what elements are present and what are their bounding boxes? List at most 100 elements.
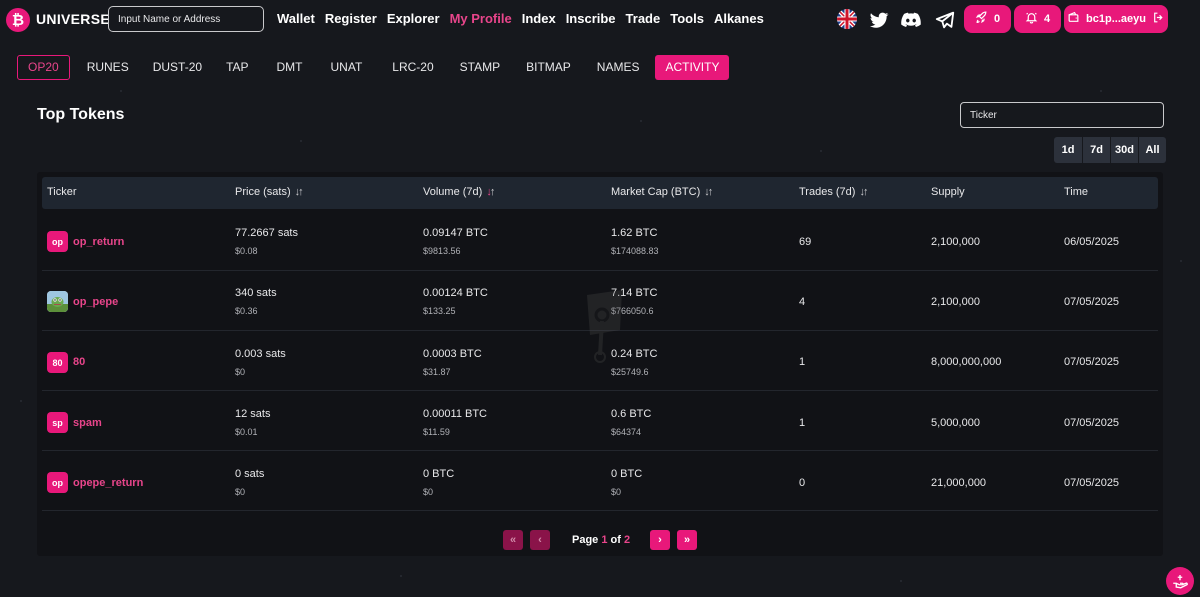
time: 07/05/2025 bbox=[1064, 296, 1120, 308]
help-hand-icon[interactable] bbox=[1166, 567, 1194, 595]
tab-dmt[interactable]: DMT bbox=[267, 55, 313, 80]
rocket-count: 0 bbox=[993, 13, 1001, 25]
volume-usd: $9813.56 bbox=[423, 246, 461, 256]
discord-icon[interactable] bbox=[900, 9, 922, 31]
nav-inscribe[interactable]: Inscribe bbox=[566, 11, 616, 26]
period-all-button[interactable]: All bbox=[1139, 137, 1166, 163]
logout-icon[interactable] bbox=[1152, 11, 1165, 27]
volume: 0.09147 BTC bbox=[423, 227, 488, 239]
market-cap: 1.62 BTC bbox=[611, 227, 658, 239]
time: 07/05/2025 bbox=[1064, 356, 1120, 368]
nav-trade[interactable]: Trade bbox=[626, 11, 661, 26]
watermark-logo-icon bbox=[582, 285, 627, 363]
sort-icon[interactable]: ↓↑ bbox=[704, 186, 713, 198]
token-icon: 80 bbox=[47, 352, 68, 373]
col-trades-label: Trades (7d) bbox=[799, 186, 856, 198]
notification-count: 4 bbox=[1043, 13, 1051, 25]
telegram-icon[interactable] bbox=[934, 9, 956, 31]
sort-icon[interactable]: ↓↑ bbox=[295, 186, 304, 198]
tab-dust-20[interactable]: DUST-20 bbox=[143, 55, 212, 80]
notifications-button[interactable]: 4 bbox=[1014, 5, 1061, 33]
token-ticker[interactable]: spam bbox=[73, 417, 102, 429]
volume-usd: $0 bbox=[423, 487, 434, 497]
market-cap-usd: $25749.6 bbox=[611, 367, 649, 377]
tab-activity[interactable]: ACTIVITY bbox=[655, 55, 730, 80]
price-usd: $0.08 bbox=[235, 246, 258, 256]
price-usd: $0 bbox=[235, 367, 246, 377]
tab-lrc-20[interactable]: LRC-20 bbox=[382, 55, 443, 80]
col-market-cap[interactable]: Market Cap (BTC) ↓↑ bbox=[611, 186, 713, 198]
wallet-button[interactable]: bc1p...aeyu bbox=[1064, 5, 1168, 33]
sort-icon[interactable]: ↓↑ bbox=[859, 186, 868, 198]
period-30d-button[interactable]: 30d bbox=[1111, 137, 1138, 163]
nav-explorer[interactable]: Explorer bbox=[387, 11, 440, 26]
market-cap-usd: $64374 bbox=[611, 427, 642, 437]
ticker-filter-input[interactable] bbox=[960, 102, 1164, 128]
wallet-address: bc1p...aeyu bbox=[1086, 13, 1146, 25]
volume-usd: $31.87 bbox=[423, 367, 451, 377]
tab-stamp[interactable]: STAMP bbox=[450, 55, 510, 80]
volume-usd: $11.59 bbox=[423, 427, 450, 437]
protocol-tabs: OP20 RUNES DUST-20 TAP DMT UNAT LRC-20 S… bbox=[17, 55, 730, 80]
prev-page-button[interactable]: ‹ bbox=[530, 530, 550, 550]
tab-op20[interactable]: OP20 bbox=[17, 55, 70, 80]
price: 0.003 sats bbox=[235, 348, 286, 360]
volume: 0.00124 BTC bbox=[423, 287, 488, 299]
price-usd: $0 bbox=[235, 487, 246, 497]
tab-runes[interactable]: RUNES bbox=[77, 55, 139, 80]
twitter-icon[interactable] bbox=[868, 9, 890, 31]
nav-wallet[interactable]: Wallet bbox=[277, 11, 315, 26]
table-row[interactable]: op opepe_return 0 sats $0 0 BTC $0 0 BTC… bbox=[42, 451, 1158, 511]
period-7d-button[interactable]: 7d bbox=[1083, 137, 1110, 163]
period-selector: 1d 7d 30d All bbox=[1053, 137, 1166, 163]
bitcoin-logo-icon[interactable]: ₿ bbox=[6, 8, 30, 32]
tab-names[interactable]: NAMES bbox=[587, 55, 650, 80]
table-row[interactable]: op op_return 77.2667 sats $0.08 0.09147 … bbox=[42, 211, 1158, 271]
nav-tools[interactable]: Tools bbox=[670, 11, 704, 26]
first-page-button[interactable]: « bbox=[503, 530, 523, 550]
token-icon: sp bbox=[47, 412, 68, 433]
nav-register[interactable]: Register bbox=[325, 11, 377, 26]
col-supply: Supply bbox=[931, 186, 965, 198]
col-trades[interactable]: Trades (7d) ↓↑ bbox=[799, 186, 868, 198]
uk-flag-icon[interactable] bbox=[837, 9, 857, 29]
search-input[interactable] bbox=[108, 6, 264, 32]
nav-alkanes[interactable]: Alkanes bbox=[714, 11, 764, 26]
token-icon: op bbox=[47, 472, 68, 493]
sort-active-icon[interactable]: ↓↑ bbox=[486, 186, 495, 198]
col-volume[interactable]: Volume (7d) ↓↑ bbox=[423, 186, 495, 198]
next-page-button[interactable]: › bbox=[650, 530, 670, 550]
last-page-button[interactable]: » bbox=[677, 530, 697, 550]
time: 07/05/2025 bbox=[1064, 417, 1120, 429]
price-usd: $0.01 bbox=[235, 427, 258, 437]
volume: 0.0003 BTC bbox=[423, 348, 482, 360]
token-ticker[interactable]: op_pepe bbox=[73, 296, 118, 308]
col-price[interactable]: Price (sats) ↓↑ bbox=[235, 186, 304, 198]
supply: 2,100,000 bbox=[931, 296, 980, 308]
market-cap-usd: $0 bbox=[611, 487, 622, 497]
volume-usd: $133.25 bbox=[423, 306, 456, 316]
table-header: Ticker Price (sats) ↓↑ Volume (7d) ↓↑ Mark… bbox=[42, 177, 1158, 209]
supply: 8,000,000,000 bbox=[931, 356, 1002, 368]
rocket-count-button[interactable]: 0 bbox=[964, 5, 1011, 33]
tab-tap[interactable]: TAP bbox=[216, 55, 258, 80]
token-ticker[interactable]: op_return bbox=[73, 236, 124, 248]
market-cap: 0 BTC bbox=[611, 468, 643, 480]
supply: 5,000,000 bbox=[931, 417, 980, 429]
col-ticker: Ticker bbox=[47, 186, 77, 198]
nav-index[interactable]: Index bbox=[522, 11, 556, 26]
trades: 4 bbox=[799, 296, 806, 308]
price-usd: $0.36 bbox=[235, 306, 258, 316]
brand-name[interactable]: UNIVERSE bbox=[36, 11, 110, 27]
table-row[interactable]: sp spam 12 sats $0.01 0.00011 BTC $11.59… bbox=[42, 391, 1158, 451]
token-ticker[interactable]: 80 bbox=[73, 356, 85, 368]
total-pages: 2 bbox=[624, 534, 631, 546]
trades: 1 bbox=[799, 356, 806, 368]
volume: 0.00011 BTC bbox=[423, 408, 488, 420]
period-1d-button[interactable]: 1d bbox=[1054, 137, 1082, 163]
token-ticker[interactable]: opepe_return bbox=[73, 477, 143, 489]
nav-my-profile[interactable]: My Profile bbox=[450, 11, 512, 26]
tab-unat[interactable]: UNAT bbox=[321, 55, 373, 80]
tab-bitmap[interactable]: BITMAP bbox=[516, 55, 581, 80]
wallet-icon bbox=[1067, 11, 1080, 27]
